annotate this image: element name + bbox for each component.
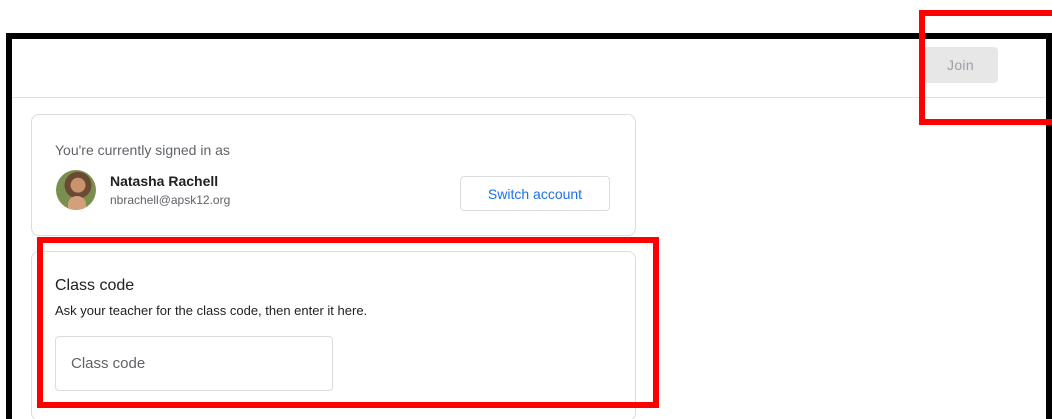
user-name: Natasha Rachell [110, 173, 219, 189]
user-email: nbrachell@apsk12.org [110, 193, 231, 207]
signed-in-label: You're currently signed in as [55, 142, 230, 158]
class-code-description: Ask your teacher for the class code, the… [55, 303, 368, 318]
join-class-window: Join You're currently signed in as Natas… [6, 33, 1052, 419]
avatar [56, 170, 96, 210]
switch-account-button[interactable]: Switch account [460, 176, 610, 211]
class-code-card: Class code Ask your teacher for the clas… [31, 251, 636, 419]
join-button[interactable]: Join [923, 47, 998, 83]
account-card: You're currently signed in as Natasha Ra… [31, 114, 636, 236]
class-code-input[interactable] [55, 336, 333, 391]
top-app-bar: Join [12, 39, 1046, 98]
class-code-title: Class code [55, 277, 135, 294]
